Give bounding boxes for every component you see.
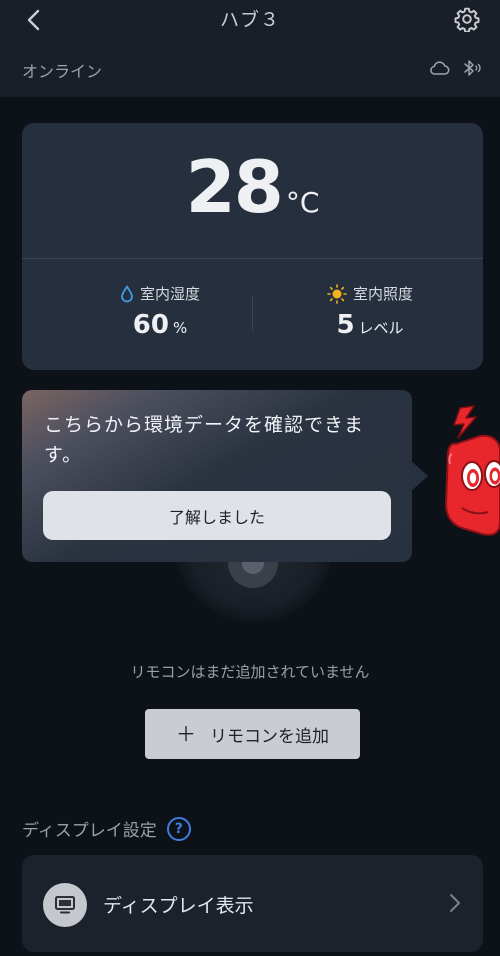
tooltip-confirm-button[interactable]: 了解しました [43, 491, 391, 540]
environment-card[interactable]: 28 °C 室内湿度 60 % 室内照度 5 レベル [22, 123, 483, 370]
monitor-icon [55, 896, 75, 914]
add-remote-label: リモコンを追加 [210, 726, 329, 747]
humidity-unit: % [172, 319, 188, 337]
tooltip-arrow [410, 460, 428, 492]
hub-detail-screen: ハブ３ オンライン 28 °C 室内湿度 60 % 室内照度 5 レベル こちら… [0, 0, 500, 956]
display-settings-item[interactable]: ディスプレイ表示 [22, 855, 483, 952]
header: ハブ３ オンライン [0, 0, 500, 97]
display-settings-heading: ディスプレイ設定 ? [22, 816, 191, 841]
chevron-left-icon [27, 9, 40, 31]
humidity-value: 60 [132, 310, 169, 340]
illuminance-metric: 室内照度 5 レベル [270, 283, 470, 340]
page-title: ハブ３ [219, 9, 280, 31]
settings-button[interactable] [452, 4, 482, 34]
connection-status: オンライン [22, 62, 103, 81]
humidity-label: 室内湿度 [139, 285, 200, 303]
gear-icon [454, 7, 480, 32]
monitor-icon-badge [43, 883, 87, 927]
temperature-value: 28 [185, 145, 284, 229]
chevron-right-icon [450, 894, 460, 912]
water-drop-icon [121, 285, 133, 302]
temperature-display: 28 °C [22, 151, 483, 223]
humidity-metric: 室内湿度 60 % [60, 283, 260, 340]
plus-icon: ＋ [176, 722, 196, 746]
back-button[interactable] [18, 5, 48, 35]
help-icon[interactable]: ? [166, 816, 191, 841]
temperature-unit: °C [285, 186, 320, 219]
display-item-label: ディスプレイ表示 [103, 895, 254, 917]
illuminance-unit: レベル [358, 319, 404, 337]
mascot-icon [444, 405, 500, 536]
display-settings-title: ディスプレイ設定 [22, 821, 157, 841]
onboarding-tooltip: こちらから環境データを確認できます。 了解しました [22, 390, 412, 562]
cloud-icon [430, 61, 450, 75]
no-remote-message: リモコンはまだ追加されていません [130, 663, 370, 681]
sun-icon [327, 283, 347, 304]
tooltip-message: こちらから環境データを確認できます。 [44, 414, 365, 466]
add-remote-button[interactable]: ＋ リモコンを追加 [145, 709, 360, 759]
illuminance-label: 室内照度 [352, 285, 413, 303]
card-divider [22, 258, 483, 259]
illuminance-value: 5 [336, 310, 355, 340]
bluetooth-icon [464, 60, 481, 76]
